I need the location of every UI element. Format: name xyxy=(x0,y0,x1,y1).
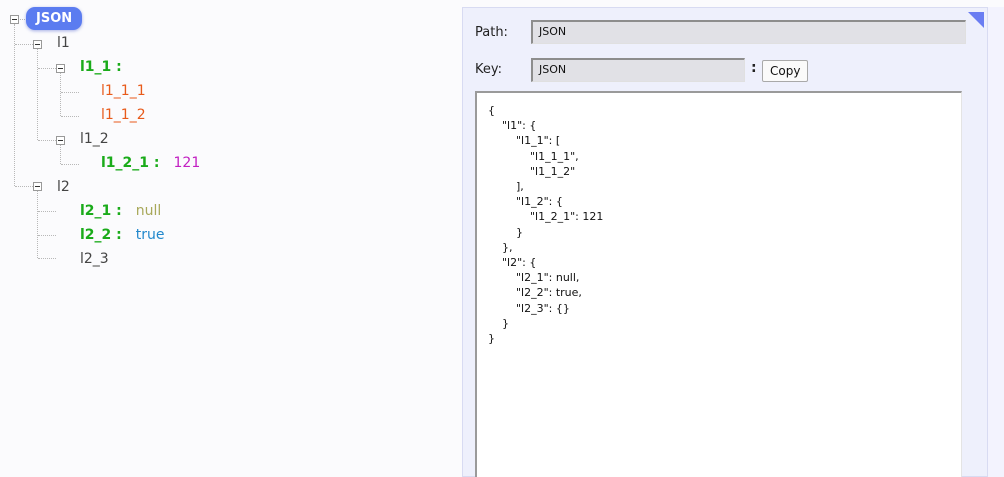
tree-connector xyxy=(38,211,56,212)
tree-connector xyxy=(60,72,61,116)
path-label: Path: xyxy=(475,25,508,40)
tree-connector xyxy=(61,116,79,117)
tree-root-node[interactable]: JSON xyxy=(26,7,83,30)
collapse-toggle-l2[interactable] xyxy=(33,182,42,191)
key-label: Key: xyxy=(475,62,503,77)
key-colon: : xyxy=(751,60,757,76)
node-key: l2_2 : xyxy=(80,227,122,243)
tree-node-l2[interactable]: l2 xyxy=(57,177,70,197)
node-value-number: 121 xyxy=(173,155,201,171)
tree-node-l2-2[interactable]: l2_2 : true xyxy=(80,225,165,245)
tree-node-l1-2-1[interactable]: l1_2_1 : 121 xyxy=(101,153,200,173)
tree-connector xyxy=(15,44,33,45)
copy-button[interactable]: Copy xyxy=(762,60,809,82)
node-key: l1_2_1 : xyxy=(101,155,160,171)
node-value-null: null xyxy=(135,203,162,219)
json-text: { "l1": { "l1_1": [ "l1_1_1", "l1_1_2" ]… xyxy=(488,104,604,346)
tree-connector xyxy=(61,164,79,165)
tree-node-l1[interactable]: l1 xyxy=(57,33,70,53)
node-value-boolean: true xyxy=(135,227,165,243)
tree-connector xyxy=(15,186,33,187)
collapse-toggle-root[interactable] xyxy=(10,15,19,24)
panel-edge xyxy=(988,7,1004,477)
node-key: l2_1 : xyxy=(80,203,122,219)
tree-connector xyxy=(38,140,56,141)
tree-node-l1-1-2[interactable]: l1_1_2 xyxy=(101,105,146,125)
json-tree: JSON l1 l1_1 : l1_1_1 l1_1_2 l1_2 l1_2_1… xyxy=(0,0,460,477)
tree-connector xyxy=(38,258,56,259)
key-field[interactable]: JSON xyxy=(531,58,745,82)
collapse-toggle-l1-2[interactable] xyxy=(56,136,65,145)
panel-corner-toggle-icon[interactable] xyxy=(968,12,984,28)
tree-node-l2-3[interactable]: l2_3 xyxy=(80,249,109,269)
tree-connector xyxy=(38,235,56,236)
tree-connector xyxy=(37,190,38,258)
tree-node-l1-1-1[interactable]: l1_1_1 xyxy=(101,81,146,101)
tree-connector xyxy=(14,24,15,186)
collapse-toggle-l1-1[interactable] xyxy=(56,64,65,73)
json-text-area[interactable]: { "l1": { "l1_1": [ "l1_1_1", "l1_1_2" ]… xyxy=(475,91,962,477)
tree-node-l1-1[interactable]: l1_1 : xyxy=(80,57,122,77)
tree-node-l1-2[interactable]: l1_2 xyxy=(80,129,109,149)
collapse-toggle-l1[interactable] xyxy=(33,40,42,49)
path-field[interactable]: JSON xyxy=(531,20,966,44)
tree-connector xyxy=(61,92,79,93)
tree-connector xyxy=(37,48,38,140)
tree-connector xyxy=(38,68,56,69)
tree-node-l2-1[interactable]: l2_1 : null xyxy=(80,201,161,221)
tree-connector xyxy=(60,144,61,164)
